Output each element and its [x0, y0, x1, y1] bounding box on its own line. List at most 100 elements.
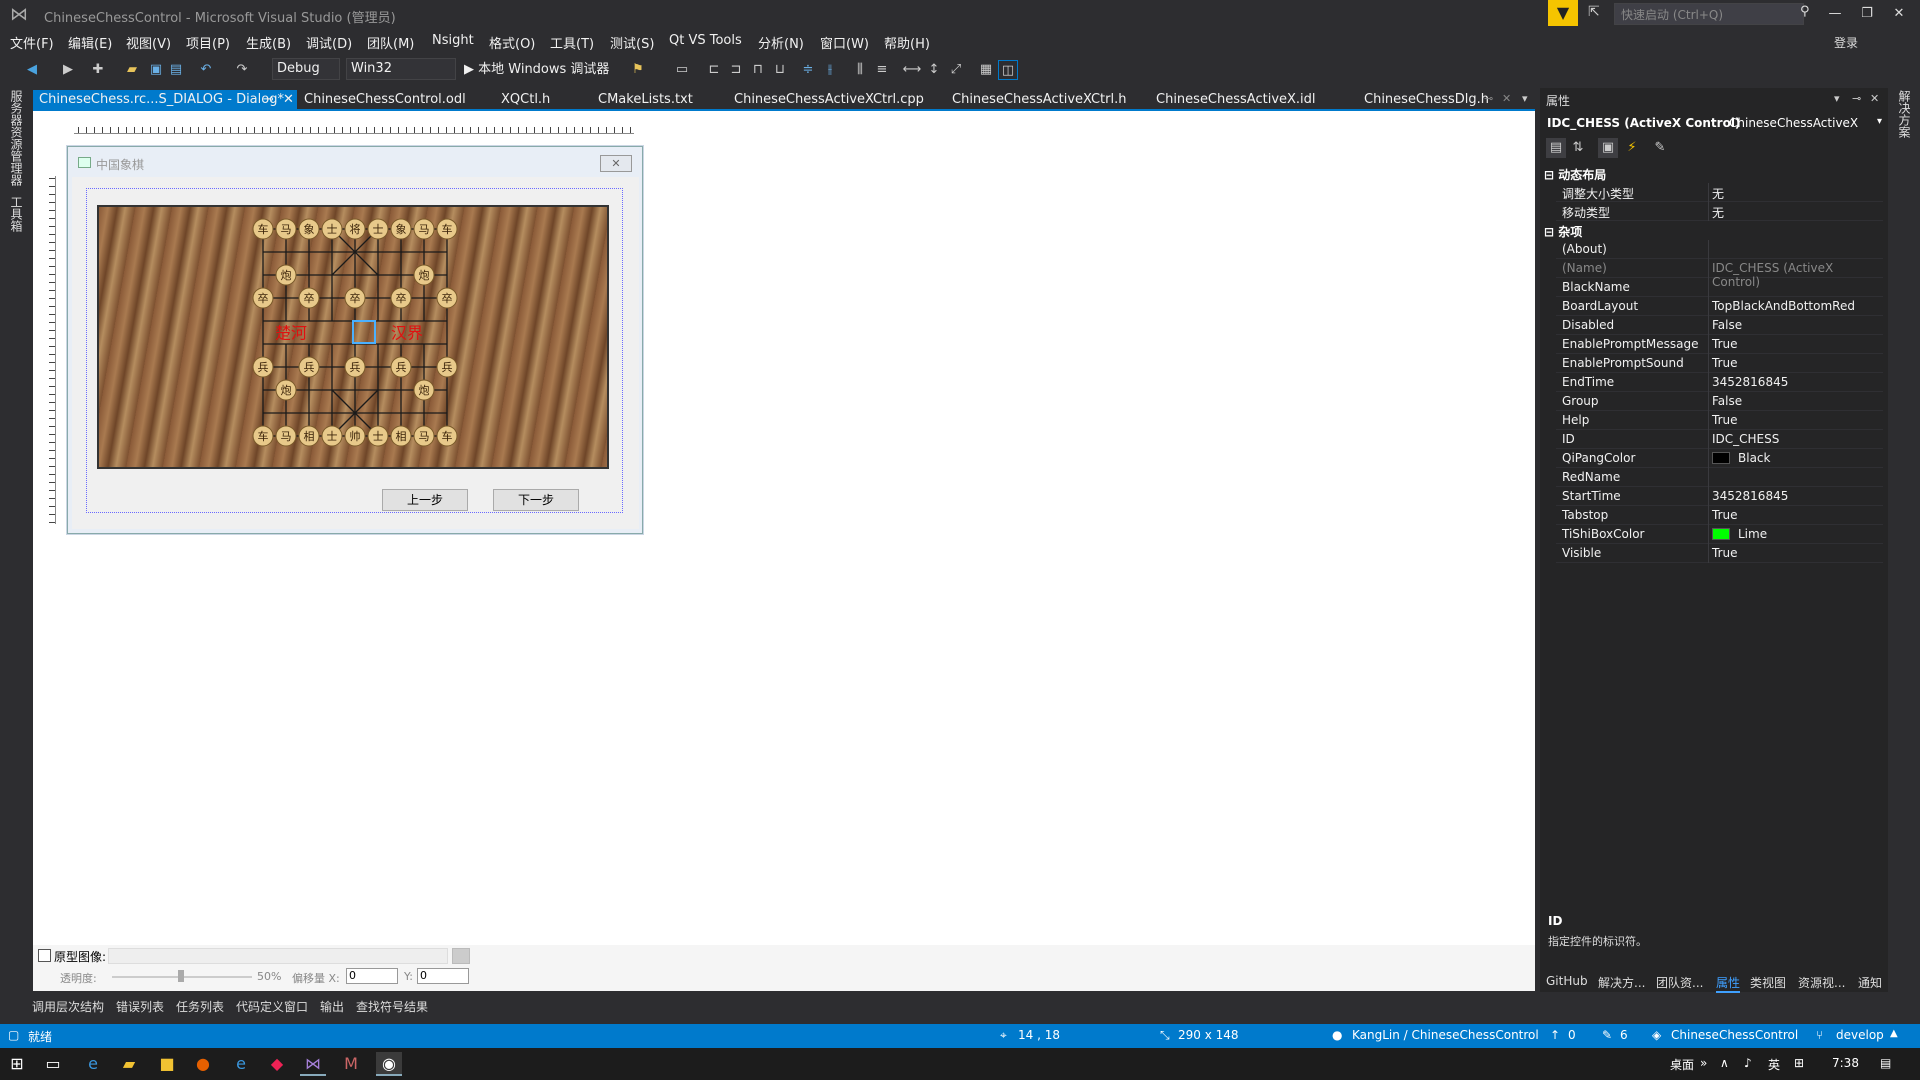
menu-team[interactable]: 团队(M): [367, 33, 414, 52]
menu-project[interactable]: 项目(P): [186, 33, 230, 52]
tab-output[interactable]: 输出: [320, 998, 344, 1015]
volume-icon[interactable]: ♪: [1744, 1056, 1752, 1070]
prototype-image-checkbox[interactable]: [38, 949, 51, 962]
tab-solution-explorer[interactable]: 解决方...: [1598, 974, 1645, 991]
chevron-up-icon[interactable]: ▲: [1890, 1028, 1898, 1039]
events-icon[interactable]: ⚡: [1622, 138, 1642, 158]
space-down-icon[interactable]: ≡: [872, 60, 892, 80]
property-row[interactable]: 移动类型 无: [1556, 202, 1883, 221]
notification-filter-icon[interactable]: ▼: [1548, 0, 1578, 26]
redo-icon[interactable]: ↷: [232, 60, 252, 80]
clock[interactable]: 7:38: [1832, 1056, 1859, 1070]
prototype-image-path[interactable]: [108, 948, 448, 964]
close-panel-icon[interactable]: ✕: [1870, 92, 1879, 105]
start-icon[interactable]: ⊞: [4, 1052, 30, 1076]
panel-menu-icon[interactable]: ▾: [1834, 92, 1840, 105]
offset-x-input[interactable]: 0: [346, 968, 398, 984]
forward-icon[interactable]: ▶: [58, 60, 78, 80]
make-same-size-icon[interactable]: ⤢: [946, 60, 966, 80]
property-row[interactable]: 调整大小类型 无: [1556, 183, 1883, 202]
pending-changes-count[interactable]: 6: [1620, 1028, 1628, 1042]
desktop-label[interactable]: 桌面: [1670, 1056, 1694, 1073]
close-tab-icon[interactable]: ✕: [283, 90, 294, 110]
tab-resource-view[interactable]: 资源视...: [1798, 974, 1845, 991]
pin-icon[interactable]: ⊸: [263, 90, 274, 110]
pin-icon[interactable]: ⊸: [1852, 92, 1861, 105]
restore-button[interactable]: ❐: [1852, 2, 1882, 26]
test-dialog-icon[interactable]: ▭: [672, 60, 692, 80]
menu-build[interactable]: 生成(B): [246, 33, 291, 52]
undo-icon[interactable]: ↶: [196, 60, 216, 80]
ime-indicator[interactable]: 英: [1768, 1056, 1780, 1073]
properties-icon[interactable]: ▣: [1598, 138, 1618, 158]
tab-code-definition[interactable]: 代码定义窗口: [236, 998, 308, 1015]
menu-edit[interactable]: 编辑(E): [68, 33, 112, 52]
make-same-width-icon[interactable]: ⟷: [902, 60, 922, 80]
next-step-button[interactable]: 下一步: [493, 489, 579, 511]
save-icon[interactable]: ▣: [146, 60, 166, 80]
center-horizontal-icon[interactable]: ⫲: [820, 60, 840, 80]
visual-studio-icon[interactable]: ⋈: [300, 1052, 326, 1076]
collapse-icon[interactable]: ⊟: [1544, 225, 1558, 239]
property-row[interactable]: EndTime 3452816845: [1556, 373, 1883, 392]
tab-call-hierarchy[interactable]: 调用层次结构: [32, 998, 104, 1015]
tab-odl[interactable]: ChineseChessControl.odl: [298, 90, 472, 110]
property-value[interactable]: 无: [1712, 185, 1724, 202]
property-pages-icon[interactable]: ✎: [1650, 138, 1670, 158]
property-row[interactable]: RedName: [1556, 468, 1883, 487]
quick-launch-input[interactable]: 快速启动 (Ctrl+Q): [1614, 3, 1804, 25]
menu-debug[interactable]: 调试(D): [306, 33, 352, 52]
feedback-icon[interactable]: ⇱: [1588, 4, 1608, 22]
property-row[interactable]: Disabled False: [1556, 316, 1883, 335]
align-right-icon[interactable]: ⊐: [726, 60, 746, 80]
property-value[interactable]: False: [1712, 394, 1742, 408]
file-explorer-icon[interactable]: ▰: [116, 1052, 142, 1076]
project-icon[interactable]: ◈: [1652, 1028, 1661, 1042]
property-row[interactable]: EnablePromptMessage True: [1556, 335, 1883, 354]
space-across-icon[interactable]: ⫼: [850, 60, 870, 80]
property-row[interactable]: (Name) IDC_CHESS (ActiveX Control): [1556, 259, 1883, 289]
property-row[interactable]: StartTime 3452816845: [1556, 487, 1883, 506]
property-value[interactable]: True: [1712, 508, 1738, 522]
property-value[interactable]: Lime: [1738, 527, 1767, 541]
tray-overflow-icon[interactable]: »: [1700, 1056, 1707, 1070]
tab-github[interactable]: GitHub: [1546, 974, 1588, 988]
tab-overflow-icon[interactable]: ▾: [1522, 92, 1528, 105]
tab-chessdlg-h[interactable]: ChineseChessDlg.h: [1358, 90, 1495, 110]
project-name[interactable]: ChineseChessControl: [1671, 1028, 1798, 1042]
toolbox-tab[interactable]: 工具箱: [8, 196, 25, 232]
tab-xqctl-h[interactable]: XQCtl.h: [495, 90, 556, 110]
tab-error-list[interactable]: 错误列表: [116, 998, 164, 1015]
property-row[interactable]: QiPangColor Black: [1556, 449, 1883, 468]
chevron-down-icon[interactable]: ▾: [1877, 116, 1882, 127]
server-explorer-tab[interactable]: 服务器资源管理器: [8, 90, 25, 186]
property-value[interactable]: Black: [1738, 451, 1770, 465]
pin-icon[interactable]: ⊸: [1484, 92, 1493, 105]
tab-activexctrl-cpp[interactable]: ChineseChessActiveXCtrl.cpp: [728, 90, 930, 110]
align-top-icon[interactable]: ⊓: [748, 60, 768, 80]
center-vertical-icon[interactable]: ≑: [798, 60, 818, 80]
menu-window[interactable]: 窗口(W): [820, 33, 869, 52]
start-debugger-button[interactable]: ▶ 本地 Windows 调试器: [464, 60, 616, 80]
save-all-icon[interactable]: ▤: [166, 60, 186, 80]
solution-explorer-tab[interactable]: 解决方案: [1896, 90, 1913, 138]
tab-class-view[interactable]: 类视图: [1750, 974, 1786, 991]
config-select[interactable]: Debug: [272, 58, 340, 80]
close-button[interactable]: ✕: [1884, 2, 1914, 26]
menu-nsight[interactable]: Nsight: [432, 33, 474, 48]
tab-cmakelists[interactable]: CMakeLists.txt: [592, 90, 699, 110]
m-app-icon[interactable]: M: [338, 1052, 364, 1076]
menu-qt-vs-tools[interactable]: Qt VS Tools: [669, 33, 742, 48]
property-row[interactable]: Help True: [1556, 411, 1883, 430]
login-link[interactable]: 登录: [1834, 34, 1858, 51]
property-row[interactable]: Visible True: [1556, 544, 1883, 563]
action-center-icon[interactable]: ▤: [1880, 1056, 1891, 1070]
menu-analyze[interactable]: 分析(N): [758, 33, 804, 52]
property-row[interactable]: TiShiBoxColor Lime: [1556, 525, 1883, 544]
tab-activex-idl[interactable]: ChineseChessActiveX.idl: [1150, 90, 1322, 110]
property-value[interactable]: 3452816845: [1712, 375, 1788, 389]
menu-format[interactable]: 格式(O): [489, 33, 535, 52]
pencil-icon[interactable]: ✎: [1602, 1028, 1612, 1042]
chevron-up-icon[interactable]: ∧: [1720, 1056, 1729, 1070]
push-icon[interactable]: ↑: [1550, 1028, 1560, 1042]
